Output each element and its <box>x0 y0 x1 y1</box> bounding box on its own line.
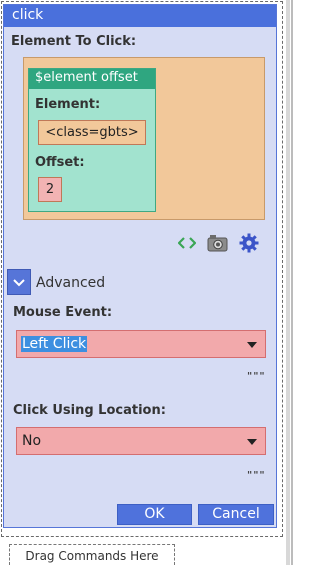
element-offset-block[interactable]: $element offset Element: <class=gbts> Of… <box>28 68 156 212</box>
click-using-location-select[interactable]: No <box>16 427 266 455</box>
drag-commands-dropzone[interactable]: Drag Commands Here <box>9 544 175 565</box>
ok-button[interactable]: OK <box>117 504 192 525</box>
mouse-event-selected-value: Left Click <box>21 336 88 352</box>
offset-label: Offset: <box>35 155 85 170</box>
click-using-location-more-button[interactable]: """ <box>247 470 266 481</box>
chevron-down-icon <box>13 279 25 287</box>
panel-title-bar[interactable]: click <box>4 5 276 27</box>
camera-icon[interactable] <box>207 234 228 252</box>
panel-title: click <box>12 7 44 23</box>
offset-value-chip[interactable]: 2 <box>38 177 62 202</box>
dropdown-caret-icon <box>247 439 257 445</box>
advanced-label: Advanced <box>36 275 106 291</box>
element-to-click-label: Element To Click: <box>11 34 137 49</box>
vertical-scrollbar[interactable] <box>286 0 290 565</box>
click-command-panel: click Element To Click: $element offset … <box>3 4 277 528</box>
cancel-button[interactable]: Cancel <box>198 504 274 525</box>
element-label: Element: <box>35 97 101 112</box>
element-to-click-dropzone[interactable]: $element offset Element: <class=gbts> Of… <box>23 57 265 220</box>
mouse-event-select[interactable]: Left Click <box>16 330 266 358</box>
vertical-divider <box>291 0 293 565</box>
element-offset-title: $element offset <box>29 69 155 89</box>
dropdown-caret-icon <box>247 342 257 348</box>
click-using-location-selected-value: No <box>22 433 42 449</box>
click-using-location-label: Click Using Location: <box>13 403 166 418</box>
mouse-event-more-button[interactable]: """ <box>247 371 266 382</box>
drag-commands-label: Drag Commands Here <box>25 549 159 563</box>
code-brackets-icon[interactable] <box>178 236 196 250</box>
advanced-toggle-button[interactable] <box>7 269 31 295</box>
element-value-chip[interactable]: <class=gbts> <box>38 120 146 145</box>
gear-icon[interactable] <box>239 233 259 253</box>
mouse-event-label: Mouse Event: <box>13 305 113 320</box>
